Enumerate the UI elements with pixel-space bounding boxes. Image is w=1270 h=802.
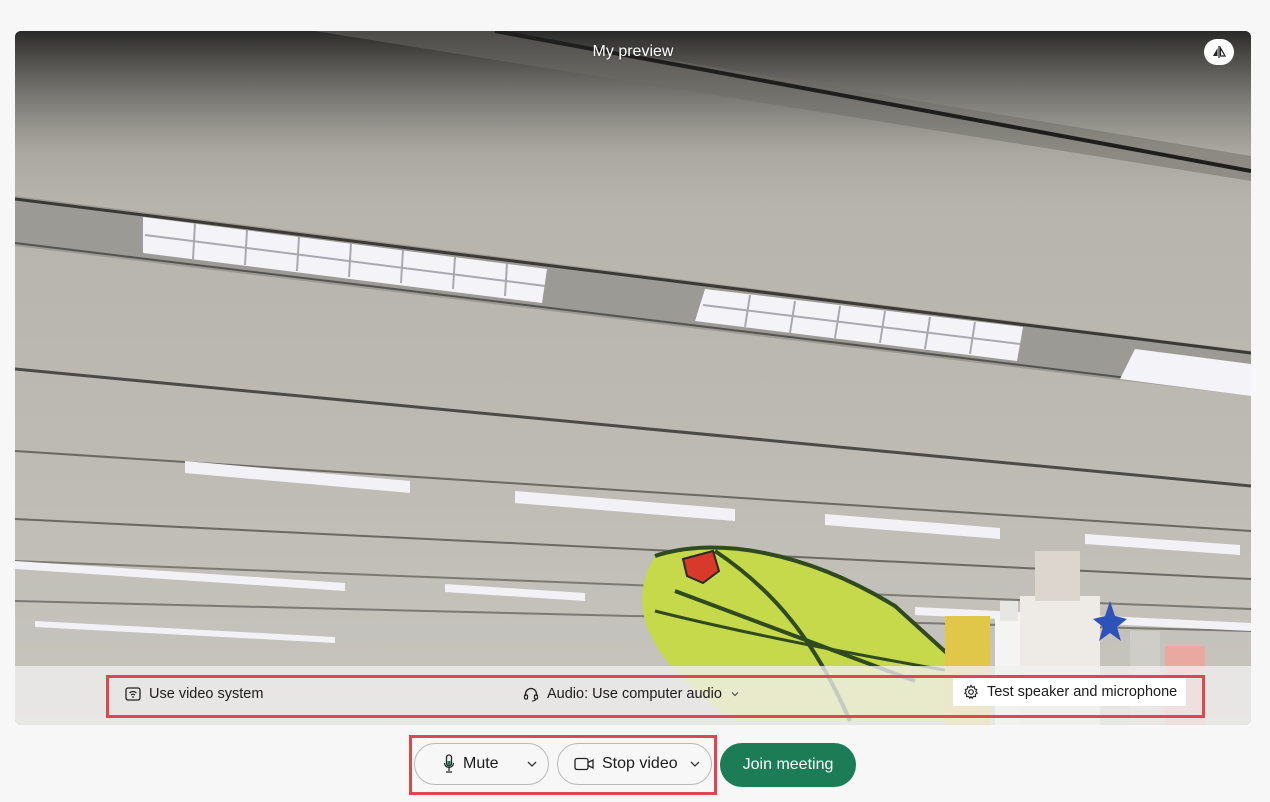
camera-feed-image [15,31,1251,725]
microphone-icon [443,754,455,773]
video-preview: My preview Use video system Audio: Use c… [15,31,1251,725]
stop-video-button[interactable]: Stop video [557,743,712,785]
mute-button[interactable]: Mute [414,743,549,785]
options-bar: Use video system Audio: Use computer aud… [15,666,1251,725]
use-video-system-button[interactable]: Use video system [125,686,263,702]
stop-video-label: Stop video [602,755,678,772]
headset-icon [523,687,539,702]
test-speaker-microphone-button[interactable]: Test speaker and microphone [953,678,1187,706]
gear-icon [963,684,979,700]
mirror-flip-icon [1213,46,1226,58]
chevron-down-icon [731,692,739,697]
audio-selector[interactable]: Audio: Use computer audio [523,686,740,702]
join-meeting-button[interactable]: Join meeting [720,743,856,787]
preview-title: My preview [592,43,674,60]
audio-label: Audio: Use computer audio [547,686,722,702]
use-video-system-label: Use video system [149,686,264,702]
mute-label: Mute [463,755,499,772]
camera-icon [574,757,594,771]
mirror-button[interactable] [1204,39,1234,65]
test-speaker-label: Test speaker and microphone [987,684,1178,700]
video-options-chevron-icon[interactable] [689,758,701,770]
meeting-controls: Mute Stop video Join meeting [0,743,1270,787]
mute-options-chevron-icon[interactable] [526,758,538,770]
video-system-icon [125,687,141,701]
